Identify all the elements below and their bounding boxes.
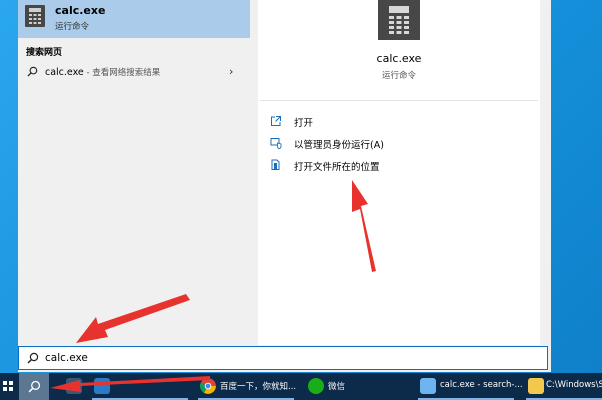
web-result-query: calc.exe <box>45 67 84 78</box>
task-view-icon <box>66 378 82 394</box>
taskbar-search-button[interactable] <box>19 373 49 400</box>
start-search-panel: calc.exe 运行命令 搜索网页 calc.exe - 查看网络搜索结果 ›… <box>18 0 551 372</box>
taskbar: 百度一下，你就知... 微信 calc.exe - search-... C:\… <box>0 373 602 400</box>
search-icon <box>27 352 39 364</box>
chrome-icon <box>200 378 216 394</box>
search-icon <box>28 380 41 393</box>
taskbar-explorer-label: C:\Windows\Sy <box>546 380 602 390</box>
taskbar-item-taskview[interactable] <box>60 373 88 400</box>
action-open-file-location[interactable]: 打开文件所在的位置 <box>270 157 520 175</box>
app-icon <box>420 378 436 394</box>
web-result-suffix: - 查看网络搜索结果 <box>83 68 161 78</box>
taskbar-search-window-label: calc.exe - search-... <box>440 380 523 390</box>
action-open[interactable]: 打开 <box>270 113 520 131</box>
best-match-title: calc.exe <box>55 4 106 17</box>
action-run-as-admin[interactable]: 以管理员身份运行(A) <box>270 135 520 153</box>
details-pane: calc.exe 运行命令 打开 以管理员身份运行(A) 打开文件所在的位置 <box>258 0 540 345</box>
action-open-label: 打开 <box>294 118 314 129</box>
web-section-header: 搜索网页 <box>26 48 63 58</box>
taskbar-item-search-window[interactable]: calc.exe - search-... <box>418 373 523 400</box>
taskbar-browser-label: 百度一下，你就知... <box>220 382 297 392</box>
taskbar-wechat-label: 微信 <box>328 382 346 392</box>
divider <box>260 100 538 101</box>
start-button[interactable] <box>0 373 18 400</box>
action-run-as-admin-label: 以管理员身份运行(A) <box>294 140 384 151</box>
calculator-icon-large <box>378 0 420 40</box>
details-subtitle: 运行命令 <box>381 71 416 81</box>
open-icon <box>271 116 281 126</box>
file-location-icon <box>271 159 280 170</box>
best-match-result[interactable]: calc.exe 运行命令 <box>18 0 250 38</box>
folder-icon <box>528 378 544 394</box>
taskbar-item-explorer[interactable]: C:\Windows\Sy <box>526 373 602 400</box>
app-icon <box>94 378 110 394</box>
search-input[interactable] <box>45 350 525 366</box>
search-icon <box>27 66 38 77</box>
shield-icon <box>270 138 282 149</box>
taskbar-item-browser[interactable]: 百度一下，你就知... <box>198 373 298 400</box>
web-search-result[interactable]: calc.exe - 查看网络搜索结果 › <box>18 61 250 83</box>
calculator-icon <box>25 5 45 27</box>
windows-logo-icon <box>3 381 13 391</box>
results-pane: calc.exe 运行命令 搜索网页 calc.exe - 查看网络搜索结果 › <box>18 0 250 345</box>
wechat-icon <box>308 378 324 394</box>
action-open-file-location-label: 打开文件所在的位置 <box>294 162 380 173</box>
web-result-label: calc.exe - 查看网络搜索结果 <box>45 66 160 78</box>
details-title: calc.exe <box>376 52 422 65</box>
chevron-right-icon[interactable]: › <box>229 65 233 78</box>
taskbar-item-wechat[interactable]: 微信 <box>306 373 406 400</box>
search-box[interactable] <box>18 346 548 370</box>
taskbar-item-hidden[interactable] <box>92 373 192 400</box>
best-match-subtitle: 运行命令 <box>55 22 90 32</box>
